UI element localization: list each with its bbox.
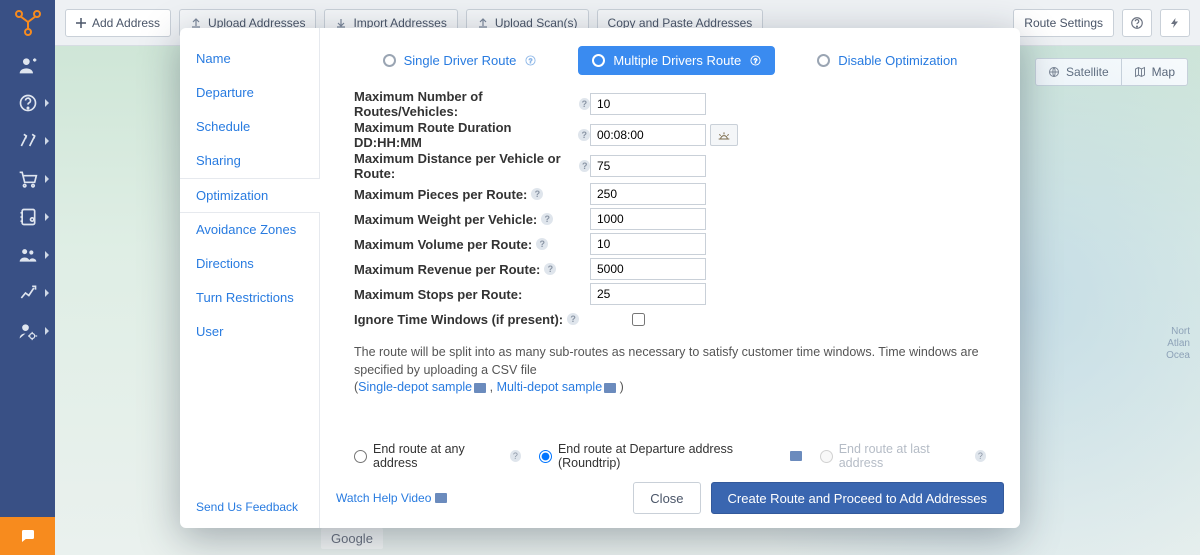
max-stops-input[interactable] — [590, 283, 706, 305]
route-settings-button[interactable]: Route Settings — [1013, 9, 1114, 37]
max-stops-label: Maximum Stops per Route: — [354, 287, 522, 302]
max-weight-input[interactable] — [590, 208, 706, 230]
nav-turn[interactable]: Turn Restrictions — [180, 281, 319, 315]
max-pieces-input[interactable] — [590, 183, 706, 205]
max-duration-label: Maximum Route Duration DD:HH:MM — [354, 120, 574, 150]
nav-name[interactable]: Name — [180, 42, 319, 76]
help-icon[interactable]: ? — [541, 213, 553, 225]
optimization-mode-tabs: Single Driver Route? Multiple Drivers Ro… — [320, 28, 1020, 89]
max-routes-label: Maximum Number of Routes/Vehicles: — [354, 89, 575, 119]
video-icon — [435, 493, 447, 503]
max-volume-label: Maximum Volume per Route: — [354, 237, 532, 252]
help-icon[interactable]: ? — [578, 129, 590, 141]
tab-single-driver[interactable]: Single Driver Route? — [369, 46, 551, 75]
tab-disable-optimization[interactable]: Disable Optimization — [803, 46, 971, 75]
end-last-label: End route at last address — [839, 442, 969, 470]
help-icon: ? — [524, 55, 536, 67]
tab-single-label: Single Driver Route — [404, 53, 517, 68]
tab-disable-label: Disable Optimization — [838, 53, 957, 68]
close-button[interactable]: Close — [633, 482, 700, 514]
sidebar-item-add-user[interactable] — [0, 46, 55, 84]
sidebar-item-analytics[interactable] — [0, 274, 55, 312]
video-icon — [604, 383, 616, 393]
svg-text:?: ? — [529, 58, 533, 65]
chat-button[interactable] — [0, 517, 55, 555]
tab-multiple-label: Multiple Drivers Route — [613, 53, 741, 68]
help-icon: ? — [749, 55, 761, 67]
ignore-tw-checkbox[interactable] — [632, 313, 645, 326]
nav-optimization[interactable]: Optimization — [180, 178, 319, 213]
sidebar-item-routes[interactable] — [0, 122, 55, 160]
svg-text:?: ? — [753, 58, 757, 65]
note-sep: , — [486, 380, 496, 394]
modal-nav: Name Departure Schedule Sharing Optimiza… — [180, 28, 320, 528]
ignore-tw-label: Ignore Time Windows (if present): — [354, 312, 563, 327]
help-icon: ? — [975, 450, 986, 462]
watch-help-video-link[interactable]: Watch Help Video — [336, 491, 447, 505]
help-icon[interactable]: ? — [567, 313, 579, 325]
single-depot-link[interactable]: Single-depot sample — [358, 380, 472, 394]
help-icon[interactable]: ? — [579, 98, 590, 110]
optimization-fields: Maximum Number of Routes/Vehicles:? Maxi… — [320, 89, 1020, 340]
map-map-label: Map — [1152, 65, 1175, 79]
sidebar-item-settings[interactable] — [0, 312, 55, 350]
help-icon[interactable]: ? — [579, 160, 590, 172]
max-distance-label: Maximum Distance per Vehicle or Route: — [354, 151, 575, 181]
modal-footer: Watch Help Video Close Create Route and … — [320, 470, 1020, 528]
video-icon — [474, 383, 486, 393]
end-roundtrip-radio[interactable]: End route at Departure address (Roundtri… — [539, 442, 802, 470]
map-type-control: Satellite Map — [1035, 58, 1188, 86]
max-distance-input[interactable] — [590, 155, 706, 177]
max-volume-input[interactable] — [590, 233, 706, 255]
sidebar-item-addressbook[interactable] — [0, 198, 55, 236]
send-feedback-link[interactable]: Send Us Feedback — [196, 500, 298, 514]
help-icon[interactable]: ? — [531, 188, 543, 200]
max-pieces-label: Maximum Pieces per Route: — [354, 187, 527, 202]
map-map-button[interactable]: Map — [1122, 58, 1188, 86]
sunset-icon[interactable] — [710, 124, 738, 146]
help-icon[interactable]: ? — [510, 450, 521, 462]
max-duration-input[interactable] — [590, 124, 706, 146]
modal-body: Single Driver Route? Multiple Drivers Ro… — [320, 28, 1020, 528]
help-icon[interactable]: ? — [536, 238, 548, 250]
note-text: The route will be split into as many sub… — [354, 345, 979, 377]
sidebar-item-help[interactable] — [0, 84, 55, 122]
nav-departure[interactable]: Departure — [180, 76, 319, 110]
map-satellite-label: Satellite — [1066, 65, 1109, 79]
end-route-options: End route at any address? End route at D… — [320, 442, 1020, 470]
end-any-radio[interactable]: End route at any address? — [354, 442, 521, 470]
nav-avoidance[interactable]: Avoidance Zones — [180, 213, 319, 247]
add-address-label: Add Address — [92, 16, 160, 30]
max-revenue-label: Maximum Revenue per Route: — [354, 262, 540, 277]
google-attribution: Google — [321, 528, 383, 549]
nav-user[interactable]: User — [180, 315, 319, 349]
nav-schedule[interactable]: Schedule — [180, 110, 319, 144]
app-logo — [0, 0, 55, 46]
note-block: The route will be split into as many sub… — [320, 340, 1020, 397]
help-icon[interactable]: ? — [544, 263, 556, 275]
video-icon — [790, 451, 801, 461]
toolbar-help-button[interactable] — [1122, 9, 1152, 37]
ocean-label: Nort Atlan Ocea — [1166, 326, 1190, 362]
max-routes-input[interactable] — [590, 93, 706, 115]
nav-directions[interactable]: Directions — [180, 247, 319, 281]
sidebar-item-team[interactable] — [0, 236, 55, 274]
nav-sharing[interactable]: Sharing — [180, 144, 319, 178]
end-last-radio: End route at last address? — [820, 442, 986, 470]
tab-multiple-drivers[interactable]: Multiple Drivers Route? — [578, 46, 775, 75]
sidebar-item-orders[interactable] — [0, 160, 55, 198]
toolbar-bolt-button[interactable] — [1160, 9, 1190, 37]
multi-depot-link[interactable]: Multi-depot sample — [497, 380, 603, 394]
route-settings-label: Route Settings — [1024, 16, 1103, 30]
map-satellite-button[interactable]: Satellite — [1035, 58, 1122, 86]
end-any-label: End route at any address — [373, 442, 504, 470]
max-revenue-input[interactable] — [590, 258, 706, 280]
app-sidebar — [0, 0, 55, 555]
end-roundtrip-label: End route at Departure address (Roundtri… — [558, 442, 785, 470]
route-settings-modal: Name Departure Schedule Sharing Optimiza… — [180, 28, 1020, 528]
create-route-button[interactable]: Create Route and Proceed to Add Addresse… — [711, 482, 1004, 514]
watch-label: Watch Help Video — [336, 491, 431, 505]
add-address-button[interactable]: Add Address — [65, 9, 171, 37]
max-weight-label: Maximum Weight per Vehicle: — [354, 212, 537, 227]
